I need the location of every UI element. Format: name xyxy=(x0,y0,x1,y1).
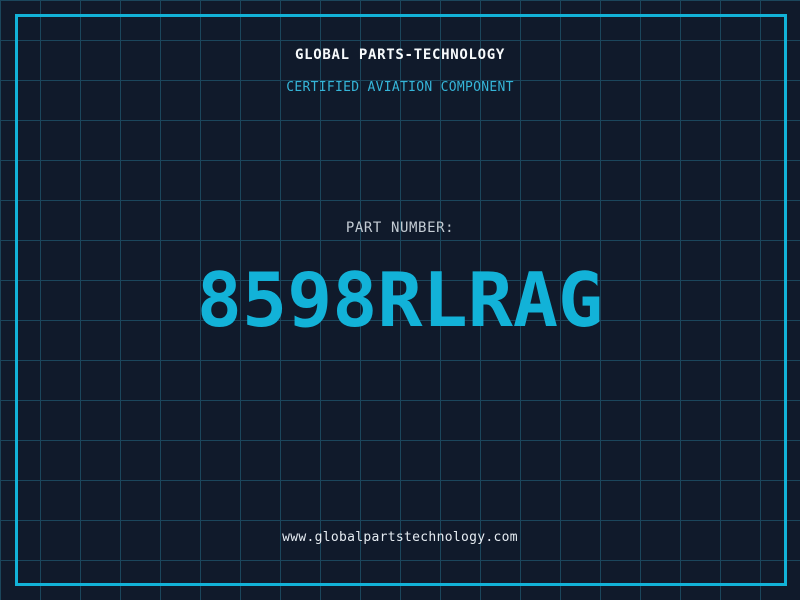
website-url: www.globalpartstechnology.com xyxy=(282,530,518,545)
certification-tagline: CERTIFIED AVIATION COMPONENT xyxy=(286,80,514,95)
company-name: GLOBAL PARTS-TECHNOLOGY xyxy=(295,47,505,63)
part-certificate-screen: GLOBAL PARTS-TECHNOLOGY CERTIFIED AVIATI… xyxy=(0,0,800,600)
part-number-value: 8598RLRAG xyxy=(196,256,604,344)
part-number-label: PART NUMBER: xyxy=(345,220,455,236)
